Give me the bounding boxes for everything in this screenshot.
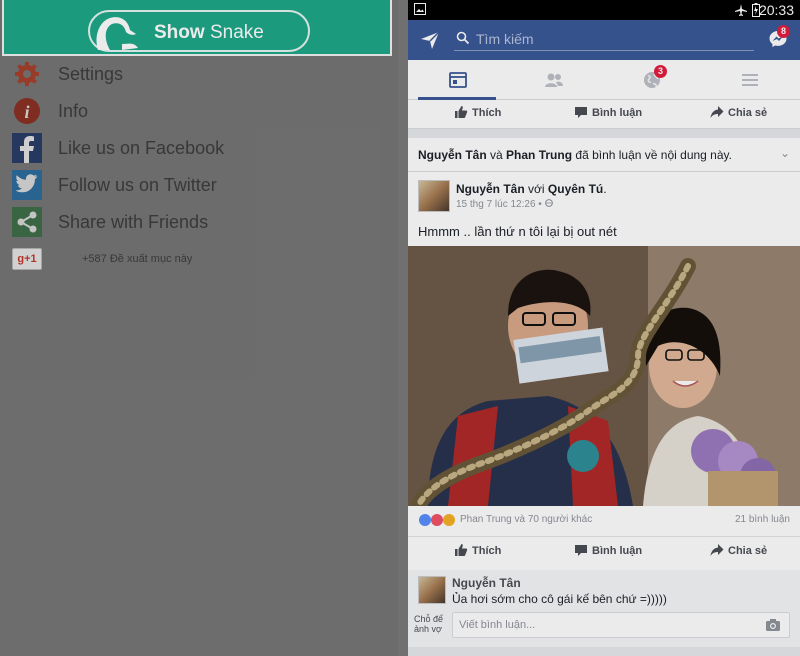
reactions-text: Phan Trung và 70 người khác [460,514,593,525]
search-icon [456,31,470,45]
reactions-bar[interactable]: Phan Trung và 70 người khác 21 bình luận [418,512,790,532]
info-icon: i [14,98,40,124]
messenger-badge: 8 [777,25,790,38]
share-arrow-icon [710,106,724,118]
post-text: Hmmm .. lần thứ n tôi lại bị out nét [418,224,617,239]
facebook-top-bar: Tìm kiếm 8 [408,20,800,60]
post-photo[interactable] [408,246,800,506]
photo-illustration [408,246,800,506]
menu-item-share[interactable]: Share with Friends [12,206,392,238]
reaction-icons [419,514,455,526]
thumbs-up-icon [455,106,468,118]
comment-text: Ủa hơi sớm cho cô gái kế bên chứ =))))) [452,592,667,606]
facebook-icon [12,133,42,163]
airplane-mode-icon [735,4,747,16]
tab-news-feed-icon[interactable] [448,70,468,90]
tagged-name[interactable]: Quyên Tú [548,182,603,196]
facebook-screen: 20:33 Tìm kiếm 8 3 Thích Bình luận Chia … [408,0,800,656]
post-header: Nguyễn Tân với Quyên Tú. [456,182,607,196]
post-actions: Thích Bình luận Chia sẻ [408,538,800,566]
search-placeholder: Tìm kiếm [476,31,534,47]
comment-button[interactable]: Bình luận [575,545,642,557]
menu-label-facebook: Like us on Facebook [58,138,225,158]
snake-logo-icon [96,17,138,50]
divider [408,536,800,537]
share-icon [12,207,42,237]
public-globe-icon [544,199,553,207]
tab-notifications[interactable]: 3 [642,65,667,90]
menu-label-info: Info [58,101,89,121]
status-bar: 20:33 [408,0,800,20]
show-snake-button[interactable]: Show Snake [88,10,310,52]
author-name[interactable]: Nguyễn Tân [456,182,525,196]
tab-friends-icon[interactable] [544,70,564,90]
menu-item-facebook[interactable]: Like us on Facebook [12,132,392,164]
menu-item-twitter[interactable]: Follow us on Twitter [12,169,392,201]
gear-icon [15,62,39,86]
like-button[interactable]: Thích [455,544,501,557]
comment-icon [575,107,587,118]
thumbs-up-icon [455,544,468,556]
search-input[interactable]: Tìm kiếm [454,29,754,51]
commenter-avatar[interactable] [418,576,446,604]
image-notification-icon [414,3,426,15]
comments-count[interactable]: 21 bình luận [735,514,790,525]
photo-holder-label: Chỗ để ảnh vợ [414,614,444,634]
menu-label-share: Share with Friends [58,212,209,232]
menu-hamburger-icon[interactable] [740,70,760,90]
comment-placeholder: Viết bình luận... [459,619,536,631]
like-button[interactable]: Thích [455,106,501,119]
menu-label-settings: Settings [58,64,124,84]
share-arrow-icon [710,544,724,556]
notification-badge: 3 [654,65,667,78]
twitter-icon [12,170,42,200]
commenter-name[interactable]: Nguyễn Tân [452,576,521,590]
gplus-count-text: +587 Đề xuất mục này [82,253,193,265]
menu-item-info[interactable]: i Info [12,95,392,127]
post-timestamp[interactable]: 15 thg 7 lúc 12:26 • [456,199,553,210]
menu-item-settings[interactable]: Settings [12,58,392,90]
activity-text: Nguyễn Tân và Phan Trung đã bình luận về… [418,148,732,162]
send-icon[interactable] [420,30,440,50]
chevron-down-icon[interactable]: ⌄ [780,146,790,160]
svg-text:i: i [24,102,29,122]
comment-section: Nguyễn Tân Ủa hơi sớm cho cô gái kế bên … [408,570,800,647]
gplus-button[interactable]: g+1 [12,248,42,270]
messenger-button[interactable]: 8 [768,25,790,54]
previous-post-actions: Thích Bình luận Chia sẻ [408,100,800,129]
activity-notification[interactable]: Nguyễn Tân và Phan Trung đã bình luận về… [408,138,800,172]
menu-label-twitter: Follow us on Twitter [58,175,217,195]
comment-button[interactable]: Bình luận [575,107,642,119]
comment-input[interactable]: Viết bình luận... [452,612,790,638]
snake-app-panel: Show Snake Settings i Info Like us on Fa… [0,0,398,656]
show-snake-label: Show Snake [154,22,264,43]
show-snake-bar: Show Snake [2,0,392,56]
share-button[interactable]: Chia sẻ [710,544,767,557]
comment-icon [575,545,587,556]
author-avatar[interactable] [418,180,450,212]
share-button[interactable]: Chia sẻ [710,106,767,119]
post-card: Nguyễn Tân với Quyên Tú. 15 thg 7 lúc 12… [408,172,800,647]
tab-bar: 3 [408,60,800,100]
camera-icon[interactable] [765,618,781,632]
status-time: 20:33 [758,2,794,18]
